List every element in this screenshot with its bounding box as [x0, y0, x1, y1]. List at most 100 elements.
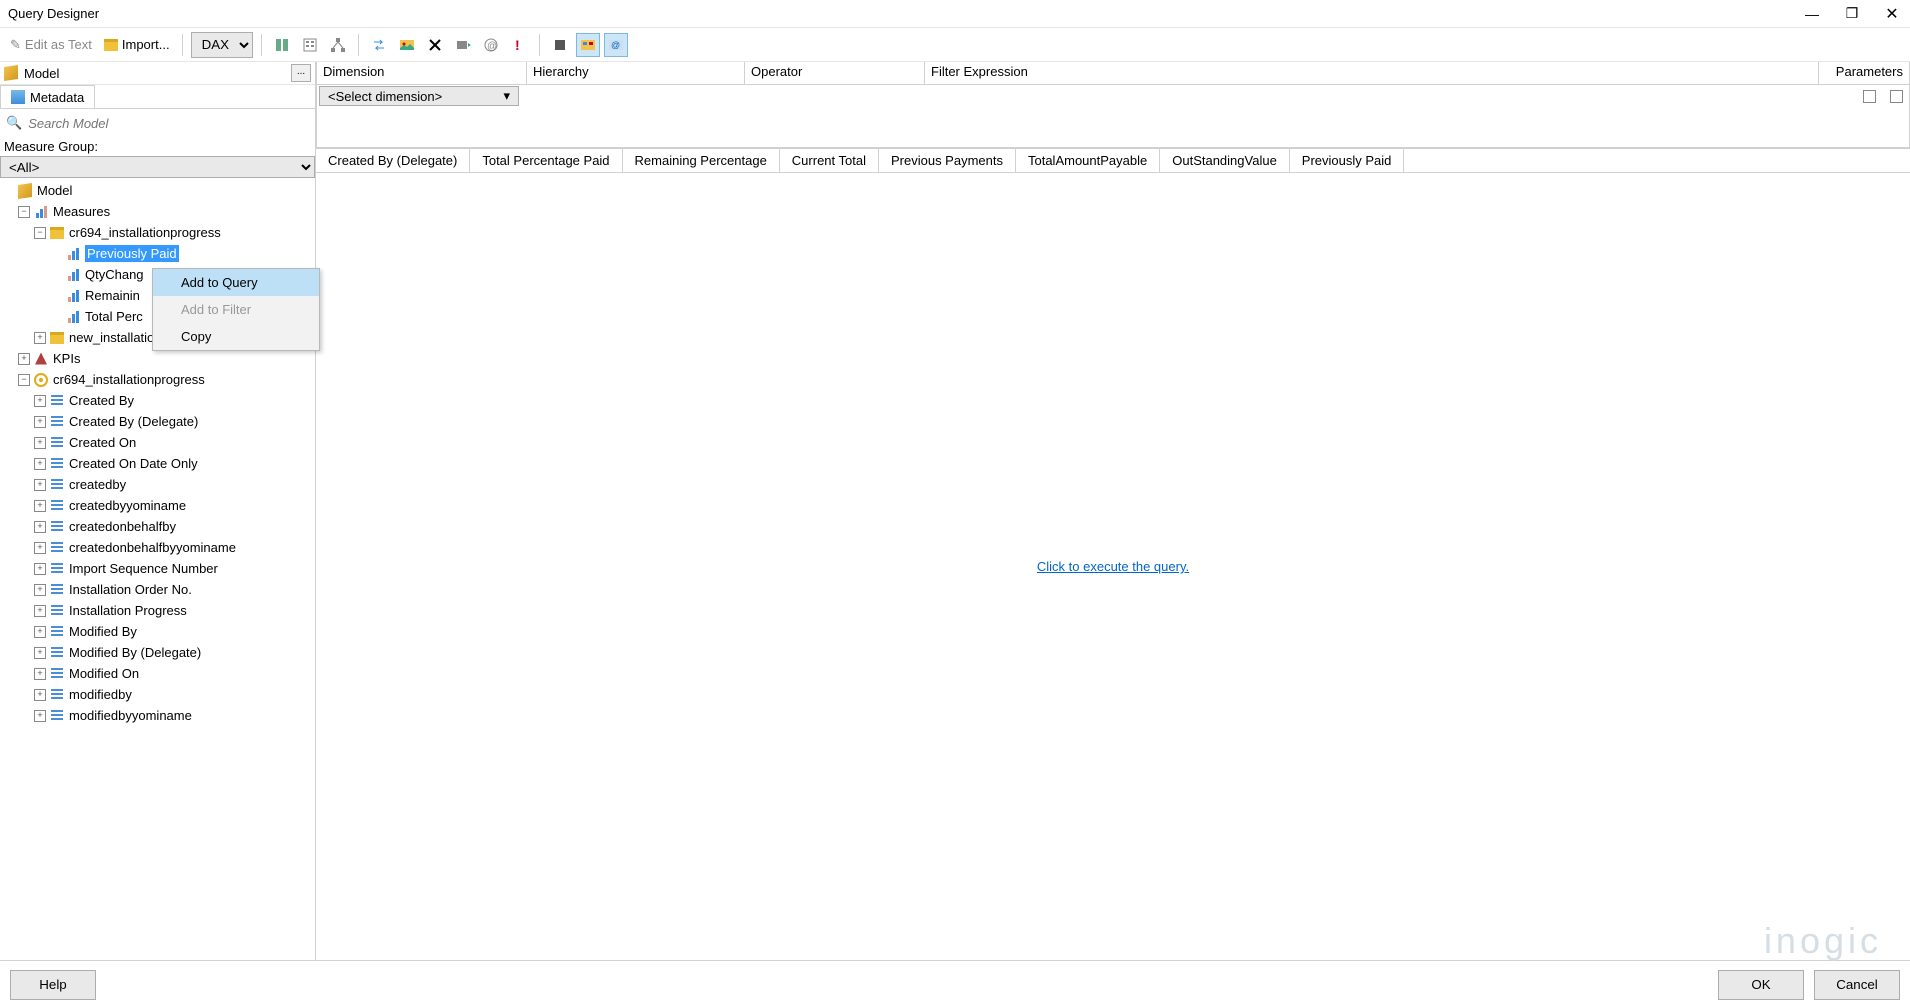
tree-attribute[interactable]: +createdonbehalfbyyominame: [0, 537, 315, 558]
tree-attribute[interactable]: +Installation Order No.: [0, 579, 315, 600]
tree-attribute[interactable]: +createdbyyominame: [0, 495, 315, 516]
expand-icon[interactable]: +: [34, 521, 46, 533]
expand-icon[interactable]: +: [34, 605, 46, 617]
select-dimension-dropdown[interactable]: <Select dimension> ▾: [319, 86, 519, 106]
query-column[interactable]: Previous Payments: [879, 149, 1016, 172]
query-columns-row: Created By (Delegate)Total Percentage Pa…: [316, 149, 1910, 173]
expand-icon[interactable]: +: [34, 647, 46, 659]
expand-icon[interactable]: +: [34, 500, 46, 512]
tree-attribute[interactable]: +createdby: [0, 474, 315, 495]
tree-attribute[interactable]: +Modified By (Delegate): [0, 642, 315, 663]
expand-icon[interactable]: +: [34, 416, 46, 428]
expand-icon[interactable]: +: [18, 353, 30, 365]
query-column[interactable]: Current Total: [780, 149, 879, 172]
tree-attribute[interactable]: +Created By: [0, 390, 315, 411]
tree-attribute[interactable]: +modifiedby: [0, 684, 315, 705]
expand-icon[interactable]: +: [34, 479, 46, 491]
context-copy[interactable]: Copy: [153, 323, 319, 350]
maximize-button[interactable]: ❐: [1842, 5, 1862, 22]
query-column[interactable]: Previously Paid: [1290, 149, 1405, 172]
filter-header-row: Dimension Hierarchy Operator Filter Expr…: [317, 62, 1909, 85]
collapse-icon[interactable]: −: [18, 206, 30, 218]
toolbar-icon-swap[interactable]: [367, 33, 391, 57]
tree-attribute[interactable]: +Modified By: [0, 621, 315, 642]
ok-button[interactable]: OK: [1718, 970, 1804, 1000]
expand-icon[interactable]: +: [34, 710, 46, 722]
tree-attribute[interactable]: +Created On: [0, 432, 315, 453]
filter-col-parameters[interactable]: Parameters: [1819, 62, 1909, 84]
tree-measures[interactable]: − Measures: [0, 201, 315, 222]
attribute-icon: [51, 647, 63, 659]
close-button[interactable]: ✕: [1882, 4, 1902, 24]
toolbar-icon-at[interactable]: @: [479, 33, 503, 57]
separator: [182, 34, 183, 56]
toolbar-icon-3[interactable]: [326, 33, 350, 57]
filter-col-hierarchy[interactable]: Hierarchy: [527, 62, 745, 84]
query-column[interactable]: TotalAmountPayable: [1016, 149, 1160, 172]
folder-open-icon: [50, 227, 64, 239]
tree-attribute[interactable]: +Modified On: [0, 663, 315, 684]
expand-icon[interactable]: +: [34, 332, 46, 344]
filter-col-operator[interactable]: Operator: [745, 62, 925, 84]
tree-kpis[interactable]: + KPIs: [0, 348, 315, 369]
tree-attribute[interactable]: +Installation Progress: [0, 600, 315, 621]
search-input[interactable]: [28, 116, 309, 131]
expand-icon[interactable]: +: [34, 395, 46, 407]
toolbar-icon-run[interactable]: [451, 33, 475, 57]
toolbar-icon-at2[interactable]: @: [604, 33, 628, 57]
toolbar-icon-design[interactable]: [576, 33, 600, 57]
collapse-icon[interactable]: −: [18, 374, 30, 386]
expand-icon[interactable]: +: [34, 689, 46, 701]
measure-icon: [68, 248, 79, 260]
expand-icon[interactable]: +: [34, 542, 46, 554]
measure-icon: [68, 269, 79, 281]
expand-icon[interactable]: +: [34, 437, 46, 449]
expand-icon[interactable]: +: [34, 668, 46, 680]
context-add-to-query[interactable]: Add to Query: [153, 269, 319, 296]
query-column[interactable]: Created By (Delegate): [316, 149, 470, 172]
tree-attribute[interactable]: +Created By (Delegate): [0, 411, 315, 432]
toolbar-icon-warning[interactable]: !: [507, 33, 531, 57]
tree-attribute[interactable]: +createdonbehalfby: [0, 516, 315, 537]
toolbar-icon-stop[interactable]: [548, 33, 572, 57]
query-column[interactable]: OutStandingValue: [1160, 149, 1290, 172]
tree-previously-paid[interactable]: Previously Paid: [0, 243, 315, 264]
expand-icon[interactable]: +: [34, 458, 46, 470]
filter-col-expression[interactable]: Filter Expression: [925, 62, 1819, 84]
filter-col-dimension[interactable]: Dimension: [317, 62, 527, 84]
query-column[interactable]: Remaining Percentage: [623, 149, 780, 172]
parameter-checkbox-2[interactable]: [1890, 90, 1903, 103]
measure-group-select[interactable]: <All>: [0, 156, 315, 178]
bars-icon: [36, 206, 47, 218]
toolbar-icon-image[interactable]: [395, 33, 419, 57]
toolbar-icon-delete[interactable]: [423, 33, 447, 57]
tree-attribute[interactable]: +Created On Date Only: [0, 453, 315, 474]
pencil-icon: ✎: [10, 37, 21, 53]
execute-query-link[interactable]: Click to execute the query.: [1037, 559, 1189, 574]
tree-root-model[interactable]: Model: [0, 180, 315, 201]
parameter-checkbox-1[interactable]: [1863, 90, 1876, 103]
model-browse-button[interactable]: ...: [291, 64, 311, 82]
expand-icon[interactable]: +: [34, 563, 46, 575]
edit-as-text-button[interactable]: ✎ Edit as Text: [6, 35, 96, 55]
toolbar-icon-calc[interactable]: [298, 33, 322, 57]
help-button[interactable]: Help: [10, 970, 96, 1000]
import-button[interactable]: Import...: [100, 35, 174, 54]
attribute-icon: [51, 668, 63, 680]
cancel-button[interactable]: Cancel: [1814, 970, 1900, 1000]
tree-attribute[interactable]: +modifiedbyyominame: [0, 705, 315, 726]
tree-cr694-dimension[interactable]: − cr694_installationprogress: [0, 369, 315, 390]
tree-attribute[interactable]: +Import Sequence Number: [0, 558, 315, 579]
toolbar-icon-1[interactable]: [270, 33, 294, 57]
tree-cr694-folder[interactable]: − cr694_installationprogress: [0, 222, 315, 243]
query-column[interactable]: Total Percentage Paid: [470, 149, 622, 172]
expand-icon[interactable]: +: [34, 584, 46, 596]
collapse-icon[interactable]: −: [34, 227, 46, 239]
bottom-bar: Help OK Cancel: [0, 960, 1910, 1008]
minimize-button[interactable]: —: [1802, 6, 1822, 22]
mode-select[interactable]: DAX: [191, 32, 253, 58]
tab-metadata[interactable]: Metadata: [0, 85, 95, 108]
attribute-icon: [51, 437, 63, 449]
expand-icon[interactable]: +: [34, 626, 46, 638]
main-area: Model ... Metadata 🔍 Measure Group: <All…: [0, 62, 1910, 960]
